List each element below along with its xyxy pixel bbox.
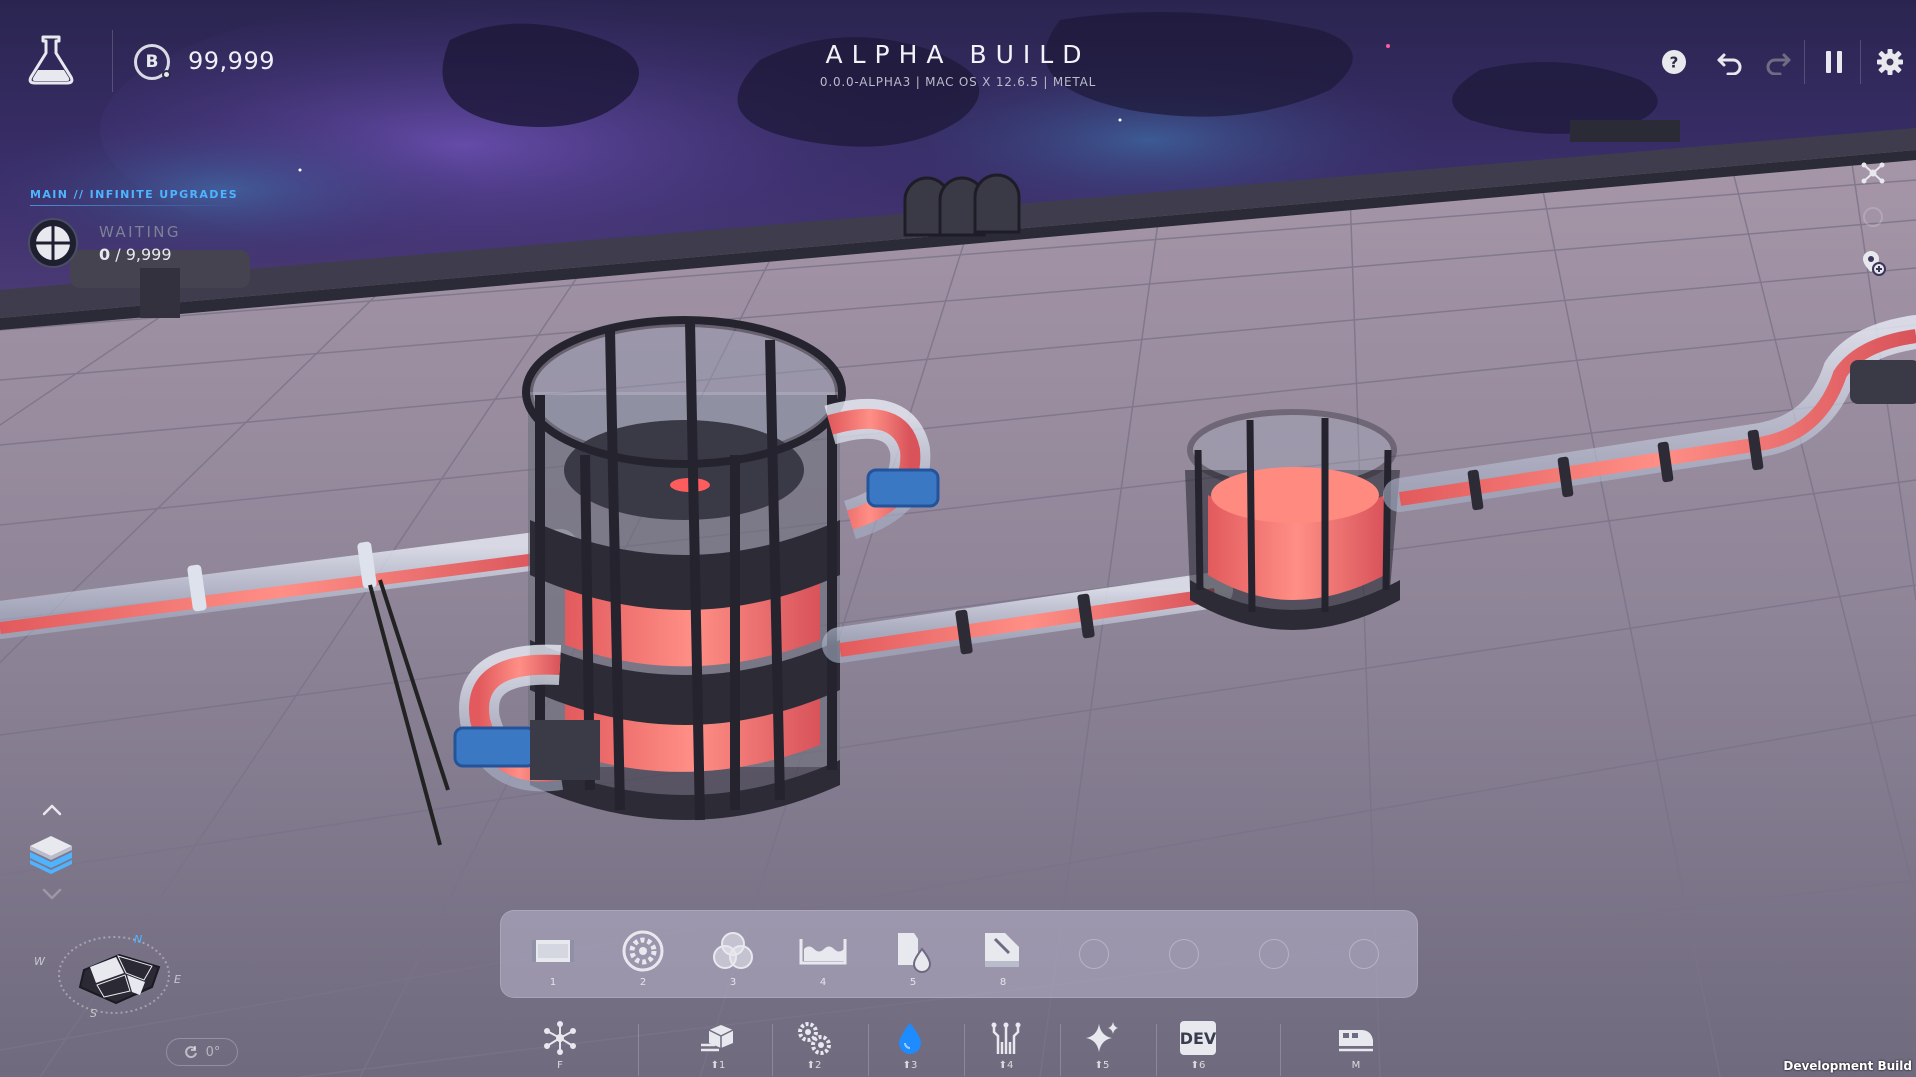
compass-w: W [34, 955, 46, 968]
layer-item-trains[interactable]: M [1326, 1018, 1386, 1076]
map-pin-add-icon [1863, 251, 1886, 276]
sparkle-icon [1080, 1018, 1124, 1058]
star-network-icon [538, 1018, 582, 1058]
small-fluid-tank [1185, 409, 1400, 630]
layer-key: F [557, 1060, 563, 1071]
cube-layer-icon [696, 1018, 740, 1058]
upgrade-status: WAITING [99, 223, 181, 241]
layer-key: ⬆4 [998, 1060, 1014, 1071]
svg-text:?: ? [1670, 54, 1679, 72]
help-button[interactable]: ? [1652, 40, 1696, 84]
rotation-value: 0° [205, 1044, 221, 1060]
slot-key: 4 [819, 977, 827, 988]
layer-divider [772, 1024, 773, 1076]
rotate-icon [184, 1046, 197, 1059]
compass-n: N [134, 933, 142, 946]
layer-item-dev[interactable]: DEV ⬆6 [1168, 1018, 1228, 1076]
layer-item-network[interactable]: F [530, 1018, 590, 1076]
layer-divider [1060, 1024, 1061, 1076]
layer-key: ⬆5 [1094, 1060, 1110, 1071]
pause-icon [1826, 51, 1842, 73]
layer-item-1[interactable]: ⬆1 [688, 1018, 748, 1076]
dev-badge: DEV [1180, 1021, 1216, 1055]
development-build-label: Development Build [1783, 1059, 1912, 1073]
layer-divider [1280, 1024, 1281, 1076]
gear-cog-icon [619, 929, 667, 973]
layer-down-button[interactable] [38, 884, 66, 904]
fluid-pump-icon [889, 929, 937, 973]
gear-icon [1877, 49, 1903, 75]
redo-button[interactable] [1756, 40, 1800, 84]
upgrade-progress: 0 / 9,999 [99, 245, 172, 264]
belt-icon [529, 929, 577, 973]
compass-e: E [174, 973, 181, 986]
painter-icon [979, 929, 1027, 973]
toolbar-slot-empty[interactable] [1169, 939, 1199, 969]
hud-divider [1860, 40, 1861, 84]
compass-s: S [90, 1007, 97, 1020]
layer-divider [964, 1024, 965, 1076]
toolbar-slot-painter[interactable]: 8 [973, 929, 1033, 995]
undo-button[interactable] [1708, 40, 1752, 84]
slot-key: 1 [549, 977, 557, 988]
slot-key: 8 [999, 977, 1007, 988]
progress-current: 0 [99, 245, 111, 264]
hud-divider [1804, 40, 1805, 84]
building-toolbar: 1 2 3 4 5 8 [500, 910, 1418, 998]
toolbar-slot-empty[interactable] [1259, 939, 1289, 969]
layer-up-button[interactable] [38, 800, 66, 820]
fluid-tank-icon [799, 929, 847, 973]
hud-top-right: ? [1586, 40, 1916, 84]
layer-divider [638, 1024, 639, 1076]
add-marker-button[interactable] [1858, 248, 1888, 278]
toolbar-slot-pump[interactable]: 5 [883, 929, 943, 995]
gears-layer-icon [792, 1018, 836, 1058]
layer-key: ⬆3 [902, 1060, 918, 1071]
settings-button[interactable] [1868, 40, 1912, 84]
camera-compass[interactable]: N E S W [34, 925, 184, 1025]
help-icon: ? [1662, 50, 1686, 74]
layers-icon[interactable] [26, 830, 76, 880]
layer-item-4[interactable]: ⬆4 [976, 1018, 1036, 1076]
pause-button[interactable] [1812, 40, 1856, 84]
color-mixer-icon [709, 929, 757, 973]
layer-item-2[interactable]: ⬆2 [784, 1018, 844, 1076]
circle-icon [1863, 207, 1883, 227]
toolbar-slot-empty[interactable] [1349, 939, 1379, 969]
disabled-side-button[interactable] [1858, 202, 1888, 232]
toolbar-slot-rotator[interactable]: 2 [613, 929, 673, 995]
layer-key: ⬆2 [806, 1060, 822, 1071]
slot-key: 3 [729, 977, 737, 988]
upgrades-divider [30, 205, 240, 206]
rotation-button[interactable]: 0° [166, 1038, 238, 1066]
upgrades-heading[interactable]: MAIN // INFINITE UPGRADES [30, 188, 238, 201]
progress-total: 9,999 [125, 245, 172, 264]
undo-icon [1717, 53, 1742, 75]
layer-key: ⬆1 [710, 1060, 726, 1071]
toolbar-slot-mixer[interactable]: 3 [703, 929, 763, 995]
layer-divider [868, 1024, 869, 1076]
signals-layer-icon [984, 1018, 1028, 1058]
redo-icon [1766, 53, 1791, 75]
network-icon [1861, 162, 1885, 184]
chevron-down-icon [42, 888, 62, 900]
slot-key: 2 [639, 977, 647, 988]
progress-separator: / [110, 245, 126, 264]
goal-shape-icon[interactable] [28, 218, 78, 268]
toolbar-slot-empty[interactable] [1079, 939, 1109, 969]
network-view-button[interactable] [1858, 158, 1888, 188]
train-icon [1334, 1018, 1378, 1058]
slot-key: 5 [909, 977, 917, 988]
chevron-up-icon [42, 804, 62, 816]
layer-category-bar: F ⬆1 ⬆2 ⬆3 ⬆4 ⬆5 DEV ⬆6 M [520, 1004, 1400, 1077]
water-drop-icon [888, 1018, 932, 1058]
layer-item-3-active[interactable]: ⬆3 [880, 1018, 940, 1076]
toolbar-slot-tank[interactable]: 4 [793, 929, 853, 995]
toolbar-slot-belt[interactable]: 1 [523, 929, 583, 995]
layer-divider [1156, 1024, 1157, 1076]
layer-item-5[interactable]: ⬆5 [1072, 1018, 1132, 1076]
layer-key: ⬆6 [1190, 1060, 1206, 1071]
layer-key: M [1351, 1060, 1361, 1071]
